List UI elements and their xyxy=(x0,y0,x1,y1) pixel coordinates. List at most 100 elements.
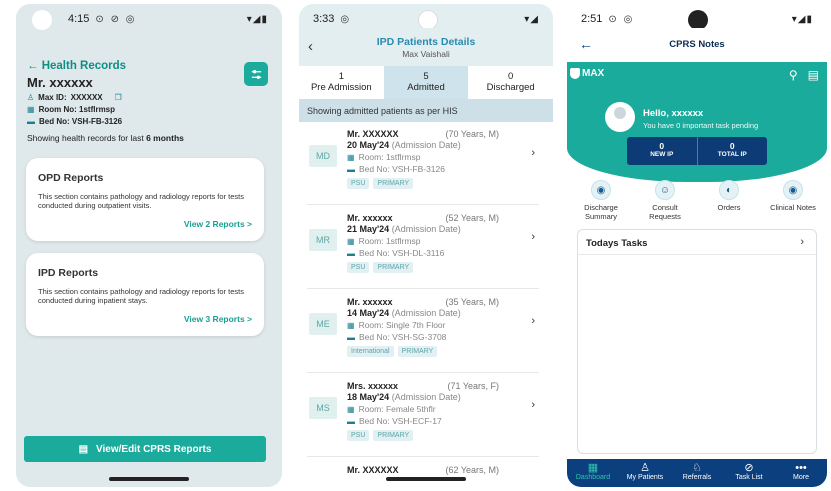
filter-button[interactable] xyxy=(244,62,268,86)
clinical-notes-icon: ◉ xyxy=(783,180,803,200)
home-indicator xyxy=(386,477,466,481)
room-icon: ▦ xyxy=(27,105,35,114)
nav-my-patients[interactable]: ♙ My Patients xyxy=(619,459,671,487)
max-id-row: ♙ Max ID: XXXXXX ❐ xyxy=(27,93,122,102)
bed-info: ▬ Bed No: VSH-SG-3708 xyxy=(347,332,446,342)
room-row: ▦ Room No: 1stflrmsp xyxy=(27,105,115,114)
bed-info: ▬ Bed No: VSH-ECF-17 xyxy=(347,416,442,426)
view-edit-cprs-reports-button[interactable]: ▤ View/Edit CPRS Reports xyxy=(24,436,266,462)
view-ipd-reports-link[interactable]: View 3 Reports > xyxy=(184,314,252,324)
shield-icon xyxy=(570,68,580,79)
max-id-value: XXXXXX xyxy=(70,93,103,102)
room-icon: ▦ xyxy=(347,320,355,330)
max-id-label: Max ID: xyxy=(38,93,67,102)
action-label: Discharge Summary xyxy=(584,203,618,221)
tag: PSU xyxy=(347,178,370,189)
bed-number: Bed No: VSH-FB-3126 xyxy=(39,117,123,126)
patient-row[interactable]: MR Mr. xxxxxx (52 Years, M) 21 May'24 (A… xyxy=(307,209,539,289)
max-logo: MAX xyxy=(570,68,604,79)
bottom-nav: ▦ Dashboard ♙ My Patients ♘ Referrals ⊘ Task… xyxy=(567,459,827,487)
back-button[interactable]: ← Health Records xyxy=(27,60,126,72)
patient-row[interactable]: Mr. XXXXXX (62 Years, M) xyxy=(307,461,539,485)
nav-dashboard[interactable]: ▦ Dashboard xyxy=(567,459,619,487)
camera-cutout xyxy=(688,10,708,30)
orders-button[interactable]: ◐ Orders xyxy=(703,180,755,221)
consult-requests-icon: ☺ xyxy=(655,180,675,200)
tab-label: Pre Admission xyxy=(310,82,372,93)
opd-reports-card[interactable]: OPD Reports This section contains pathol… xyxy=(26,158,264,241)
room-info: ▦ Room: Single 7th Floor xyxy=(347,320,446,330)
patient-tags: PSU PRIMARY xyxy=(347,262,414,273)
tab-label: Discharged xyxy=(486,82,535,93)
tag: PRIMARY xyxy=(373,430,414,441)
patient-tags: PSU PRIMARY xyxy=(347,178,414,189)
message-icon[interactable]: ▤ xyxy=(808,68,819,82)
tab-pre-admission[interactable]: 1 Pre Admission xyxy=(299,66,384,99)
search-person-icon[interactable]: ⚲ xyxy=(789,68,798,82)
patient-name: Mr. xxxxxx xyxy=(347,297,393,307)
health-records-screen: 4:15 ⊙ ⊘ ◎ ▾◢▮ ← Health Records Mr. xxxx… xyxy=(16,4,282,487)
patient-initials: MR xyxy=(309,229,337,251)
divider xyxy=(578,254,816,255)
bed-text: Bed No: VSH-SG-3708 xyxy=(359,332,447,342)
chevron-right-icon: › xyxy=(531,147,535,159)
tab-discharged[interactable]: 0 Discharged xyxy=(468,66,553,99)
nav-referrals[interactable]: ♘ Referrals xyxy=(671,459,723,487)
tag: PSU xyxy=(347,430,370,441)
stat-total-ip: 0 TOTAL IP xyxy=(696,137,768,165)
admission-date: 21 May'24 (Admission Date) xyxy=(347,224,461,234)
ip-stats-card[interactable]: 0 NEW IP 0 TOTAL IP xyxy=(627,137,767,165)
patient-initials: MS xyxy=(309,397,337,419)
view-opd-reports-link[interactable]: View 2 Reports > xyxy=(184,219,252,229)
patient-row[interactable]: MS Mrs. xxxxxx (71 Years, F) 18 May'24 (… xyxy=(307,377,539,457)
nav-label: Task List xyxy=(735,474,763,481)
signal-battery-icon: ▾◢▮ xyxy=(791,13,813,25)
records-period-value: 6 months xyxy=(146,133,184,143)
patient-name: Mr. XXXXXX xyxy=(347,465,399,475)
avatar xyxy=(605,102,635,132)
camera-cutout xyxy=(32,10,52,30)
patient-row[interactable]: MD Mr. XXXXXX (70 Years, M) 20 May'24 (A… xyxy=(307,125,539,205)
date-value: 20 May'24 xyxy=(347,140,390,150)
person-icon: ♙ xyxy=(27,93,35,102)
nav-task-list[interactable]: ⊘ Task List xyxy=(723,459,775,487)
patient-initials: MD xyxy=(309,145,337,167)
tab-admitted[interactable]: 5 Admitted xyxy=(383,66,469,99)
nav-more[interactable]: ••• More xyxy=(775,459,827,487)
consult-requests-button[interactable]: ☺ Consult Requests xyxy=(639,180,691,221)
tag: PRIMARY xyxy=(397,346,438,357)
chevron-right-icon: › xyxy=(531,315,535,327)
nav-label: Dashboard xyxy=(575,474,611,481)
pending-tasks-note: You have 0 important task pending xyxy=(643,121,759,130)
date-note: (Admission Date) xyxy=(391,392,461,402)
stat-new-ip: 0 NEW IP xyxy=(627,137,697,165)
tab-label: Admitted xyxy=(407,82,445,93)
status-time: 2:51 xyxy=(581,13,603,25)
room-info: ▦ Room: 1stflrmsp xyxy=(347,236,420,246)
date-note: (Admission Date) xyxy=(391,308,461,318)
discharge-summary-button[interactable]: ◉ Discharge Summary xyxy=(575,180,627,221)
action-label: Consult Requests xyxy=(649,203,681,221)
tag: PRIMARY xyxy=(373,178,414,189)
tag: PRIMARY xyxy=(373,262,414,273)
stat-label: TOTAL IP xyxy=(717,151,747,158)
opd-reports-description: This section contains pathology and radi… xyxy=(38,192,244,210)
report-icon: ▤ xyxy=(78,443,89,455)
sliders-icon xyxy=(251,69,261,79)
status-icons: ⊙ ⊘ ◎ xyxy=(95,13,137,25)
room-info: ▦ Room: 1stflrmsp xyxy=(347,152,420,162)
date-value: 14 May'24 xyxy=(347,308,390,318)
todays-tasks-title: Todays Tasks xyxy=(586,238,648,249)
ipd-reports-card[interactable]: IPD Reports This section contains pathol… xyxy=(26,253,264,336)
greeting: Hello, xxxxxx xyxy=(643,108,704,119)
patient-row[interactable]: ME Mr. xxxxxx (35 Years, M) 14 May'24 (A… xyxy=(307,293,539,373)
records-period-note: Showing health records for last 6 months xyxy=(27,133,184,143)
todays-tasks-card[interactable]: Todays Tasks › xyxy=(577,229,817,454)
copy-icon[interactable]: ❐ xyxy=(115,93,122,102)
bed-icon: ▬ xyxy=(347,248,355,258)
brand-text: MAX xyxy=(582,68,605,79)
clinical-notes-button[interactable]: ◉ Clinical Notes xyxy=(767,180,819,221)
stat-value: 0 xyxy=(659,141,665,151)
bed-text: Bed No: VSH-FB-3126 xyxy=(359,164,445,174)
discharge-summary-icon: ◉ xyxy=(591,180,611,200)
